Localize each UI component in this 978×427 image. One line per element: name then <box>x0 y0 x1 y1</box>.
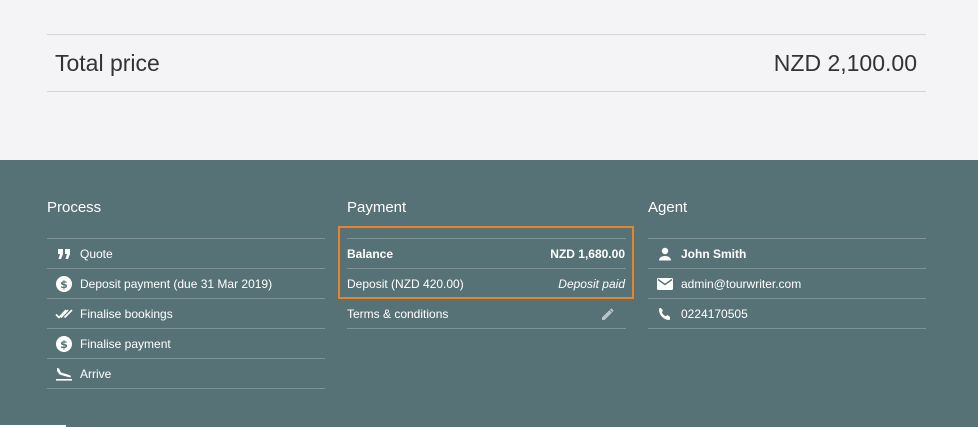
total-price-value: NZD 2,100.00 <box>773 49 917 76</box>
total-price-row: Total price NZD 2,100.00 <box>47 34 926 92</box>
balance-value: NZD 1,680.00 <box>550 246 625 261</box>
process-item-deposit-payment[interactable]: $ Deposit payment (due 31 Mar 2019) <box>47 269 325 299</box>
deposit-status: Deposit paid <box>558 276 625 291</box>
pencil-icon[interactable] <box>601 307 625 321</box>
plane-landing-icon <box>47 367 80 381</box>
process-title: Process <box>47 199 102 216</box>
payment-title: Payment <box>347 199 407 216</box>
process-item-label: Deposit payment (due 31 Mar 2019) <box>80 276 273 291</box>
process-item-finalise-bookings[interactable]: Finalise bookings <box>47 299 325 329</box>
deposit-label: Deposit (NZD 420.00) <box>347 276 464 291</box>
svg-text:$: $ <box>60 278 68 291</box>
process-item-label: Finalise bookings <box>80 306 173 321</box>
person-icon <box>648 247 681 261</box>
process-column: Process Quote $ Deposit payment (due 31 … <box>47 198 325 389</box>
quote-icon <box>47 248 80 260</box>
terms-conditions-row[interactable]: Terms & conditions <box>347 299 626 329</box>
process-item-label: Arrive <box>80 366 112 381</box>
payment-balance-row: Balance NZD 1,680.00 <box>347 239 626 269</box>
svg-text:$: $ <box>60 338 68 351</box>
itinerary-footer: Process Quote $ Deposit payment (due 31 … <box>0 160 978 427</box>
process-item-label: Finalise payment <box>80 336 171 351</box>
terms-conditions-link[interactable]: Terms & conditions <box>347 307 448 321</box>
payment-deposit-row: Deposit (NZD 420.00) Deposit paid <box>347 269 626 299</box>
dollar-circle-icon: $ <box>47 275 80 292</box>
double-check-icon <box>47 308 80 320</box>
process-item-quote[interactable]: Quote <box>47 239 325 269</box>
summary-section: Total price NZD 2,100.00 <box>0 0 978 160</box>
process-list: Quote $ Deposit payment (due 31 Mar 2019… <box>47 238 325 389</box>
agent-phone[interactable]: 0224170505 <box>681 307 926 321</box>
process-item-finalise-payment[interactable]: $ Finalise payment <box>47 329 325 359</box>
phone-icon <box>648 307 681 321</box>
payment-list: Balance NZD 1,680.00 Deposit (NZD 420.00… <box>347 238 626 329</box>
agent-email[interactable]: admin@tourwriter.com <box>681 277 926 291</box>
agent-name-row: John Smith <box>648 239 926 269</box>
process-item-label: Quote <box>80 246 113 261</box>
envelope-icon <box>648 277 681 290</box>
total-price-label: Total price <box>55 49 160 76</box>
agent-phone-row[interactable]: 0224170505 <box>648 299 926 329</box>
agent-list: John Smith admin@tourwriter.com 02241705… <box>648 238 926 329</box>
agent-title: Agent <box>648 199 688 216</box>
agent-column: Agent John Smith admin@tourwriter.com 02… <box>648 198 926 329</box>
payment-column: Payment Balance NZD 1,680.00 Deposit (NZ… <box>347 198 626 329</box>
process-item-arrive[interactable]: Arrive <box>47 359 325 389</box>
agent-email-row[interactable]: admin@tourwriter.com <box>648 269 926 299</box>
dollar-circle-icon: $ <box>47 335 80 352</box>
balance-label: Balance <box>347 246 394 261</box>
agent-name: John Smith <box>681 246 747 261</box>
